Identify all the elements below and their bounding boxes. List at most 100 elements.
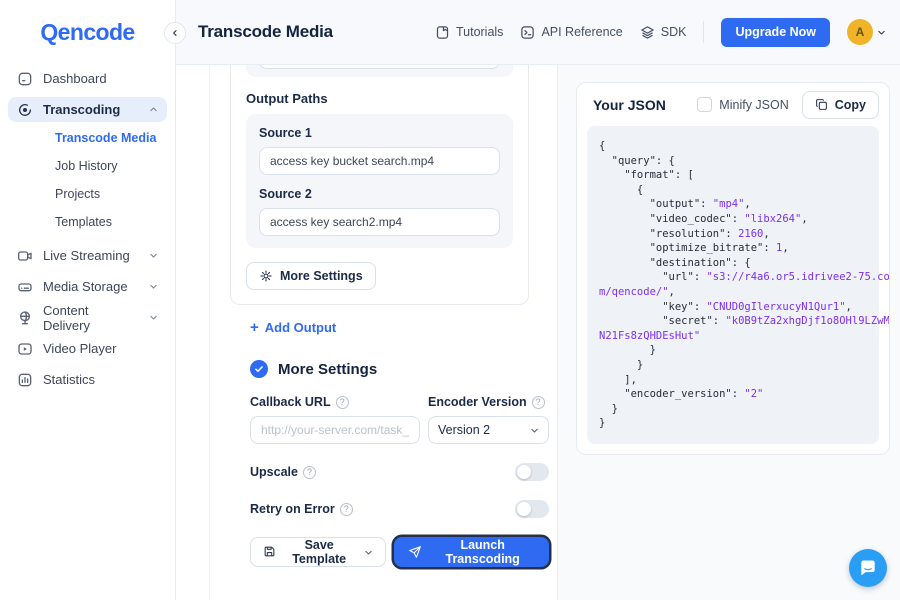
minify-json-label: Minify JSON xyxy=(719,98,788,112)
callback-url-input[interactable] xyxy=(250,416,420,444)
more-settings-button[interactable]: More Settings xyxy=(246,262,376,290)
launch-transcoding-label: Launch Transcoding xyxy=(430,538,535,566)
more-settings-section: More Settings Callback URL ? E xyxy=(250,360,549,567)
copy-json-button[interactable]: Copy xyxy=(802,91,879,119)
upgrade-now-button[interactable]: Upgrade Now xyxy=(721,18,830,47)
toggle-knob xyxy=(517,465,531,479)
plus-icon: + xyxy=(250,321,259,334)
copy-button-label: Copy xyxy=(835,98,866,112)
save-icon xyxy=(263,545,276,559)
more-settings-header[interactable]: More Settings xyxy=(250,360,549,378)
chevron-down-icon xyxy=(364,548,373,557)
sidebar-item-label: Dashboard xyxy=(43,71,107,86)
statistics-icon xyxy=(17,372,33,388)
encoder-version-select[interactable]: Version 2 xyxy=(428,416,549,444)
top-bar: Transcode Media Tutorials API Reference xyxy=(176,0,900,65)
output-paths-label: Output Paths xyxy=(246,91,513,106)
info-icon[interactable]: ? xyxy=(340,503,353,516)
chevron-down-icon xyxy=(149,251,158,260)
sidebar-item-content-delivery[interactable]: Content Delivery xyxy=(8,305,167,330)
chevron-down-icon xyxy=(149,282,158,291)
info-icon[interactable]: ? xyxy=(336,396,349,409)
sidebar-item-transcoding[interactable]: Transcoding xyxy=(8,97,167,122)
copy-icon xyxy=(815,98,828,111)
main-area: Transcode Media Tutorials API Reference xyxy=(176,0,900,600)
output-card: Output Paths Source 1 Source 2 More Sett… xyxy=(230,65,529,305)
video-player-icon xyxy=(17,341,33,357)
json-code: { "query": { "format": [ { "output": "mp… xyxy=(599,139,867,431)
page-title: Transcode Media xyxy=(198,22,333,42)
sidebar-item-statistics[interactable]: Statistics xyxy=(8,367,167,392)
json-card-header: Your JSON Minify JSON Copy xyxy=(577,83,889,126)
add-output-link[interactable]: + Add Output xyxy=(250,320,557,335)
sidebar-item-dashboard[interactable]: Dashboard xyxy=(8,66,167,91)
rocket-icon xyxy=(408,545,422,559)
chat-widget-button[interactable] xyxy=(849,549,887,587)
content-gutter xyxy=(176,65,209,600)
upscale-toggle[interactable] xyxy=(515,463,549,481)
callback-url-label: Callback URL xyxy=(250,395,331,409)
sidebar-item-label: Media Storage xyxy=(43,279,128,294)
sidebar-item-label: Transcoding xyxy=(43,102,120,117)
retry-on-error-toggle[interactable] xyxy=(515,500,549,518)
json-panel-title: Your JSON xyxy=(593,97,666,113)
sidebar-item-video-player[interactable]: Video Player xyxy=(8,336,167,361)
json-code-block[interactable]: { "query": { "format": [ { "output": "mp… xyxy=(587,126,879,444)
sidebar-item-label: Statistics xyxy=(43,372,95,387)
sidebar: Qencode Dashboard Transcoding xyxy=(0,0,176,600)
callback-url-field: Callback URL ? xyxy=(250,395,420,444)
upscale-row: Upscale ? xyxy=(250,463,549,481)
account-menu[interactable]: A xyxy=(847,19,886,45)
top-bar-actions: Tutorials API Reference SDK Upgrade Now xyxy=(435,18,886,47)
minify-json-control[interactable]: Minify JSON xyxy=(697,97,788,112)
chat-bubble-icon xyxy=(858,558,878,578)
sidebar-item-live-streaming[interactable]: Live Streaming xyxy=(8,243,167,268)
save-template-button[interactable]: Save Template xyxy=(250,537,386,567)
more-settings-title: More Settings xyxy=(278,361,377,378)
content-area: Output Paths Source 1 Source 2 More Sett… xyxy=(176,65,900,600)
media-storage-icon xyxy=(17,279,33,295)
content-delivery-icon xyxy=(17,310,33,326)
retry-on-error-label: Retry on Error xyxy=(250,502,335,516)
json-card: Your JSON Minify JSON Copy xyxy=(576,82,890,455)
retry-on-error-row: Retry on Error ? xyxy=(250,500,549,518)
encoder-version-label: Encoder Version xyxy=(428,395,527,409)
sidebar-item-media-storage[interactable]: Media Storage xyxy=(8,274,167,299)
chevron-up-icon xyxy=(149,105,158,114)
upscale-label: Upscale xyxy=(250,465,298,479)
transcoding-icon xyxy=(17,102,33,118)
info-icon[interactable]: ? xyxy=(303,466,316,479)
launch-transcoding-button[interactable]: Launch Transcoding xyxy=(394,537,549,567)
source-panel-clipped xyxy=(246,65,513,77)
sidebar-item-templates[interactable]: Templates xyxy=(55,215,167,229)
api-reference-link[interactable]: API Reference xyxy=(520,25,622,40)
save-template-label: Save Template xyxy=(283,538,355,566)
sdk-label: SDK xyxy=(661,25,687,39)
sidebar-item-projects[interactable]: Projects xyxy=(55,187,167,201)
sdk-link[interactable]: SDK xyxy=(640,25,687,40)
info-icon[interactable]: ? xyxy=(532,396,545,409)
qencode-logo: Qencode xyxy=(0,0,175,64)
terminal-icon xyxy=(520,25,535,40)
dashboard-icon xyxy=(17,71,33,87)
tutorials-link[interactable]: Tutorials xyxy=(435,25,503,40)
source-1-label: Source 1 xyxy=(259,126,500,140)
sidebar-collapse-button[interactable] xyxy=(164,22,186,44)
sidebar-item-job-history[interactable]: Job History xyxy=(55,159,167,173)
clipped-source-input[interactable] xyxy=(259,65,500,69)
source-2-input[interactable] xyxy=(259,208,500,236)
source-2-label: Source 2 xyxy=(259,187,500,201)
source-1-input[interactable] xyxy=(259,147,500,175)
check-circle-icon xyxy=(250,360,268,378)
minify-json-checkbox[interactable] xyxy=(697,97,712,112)
sidebar-item-transcode-media[interactable]: Transcode Media xyxy=(55,131,167,145)
transcoding-form-column: Output Paths Source 1 Source 2 More Sett… xyxy=(209,65,558,600)
more-settings-button-label: More Settings xyxy=(280,269,363,283)
chevron-left-icon xyxy=(171,29,179,37)
output-paths-panel: Source 1 Source 2 xyxy=(246,114,513,248)
encoder-version-value: Version 2 xyxy=(438,423,490,437)
book-icon xyxy=(435,25,450,40)
tutorials-label: Tutorials xyxy=(456,25,503,39)
chevron-down-icon xyxy=(149,313,158,322)
transcoding-submenu: Transcode Media Job History Projects Tem… xyxy=(55,131,167,229)
